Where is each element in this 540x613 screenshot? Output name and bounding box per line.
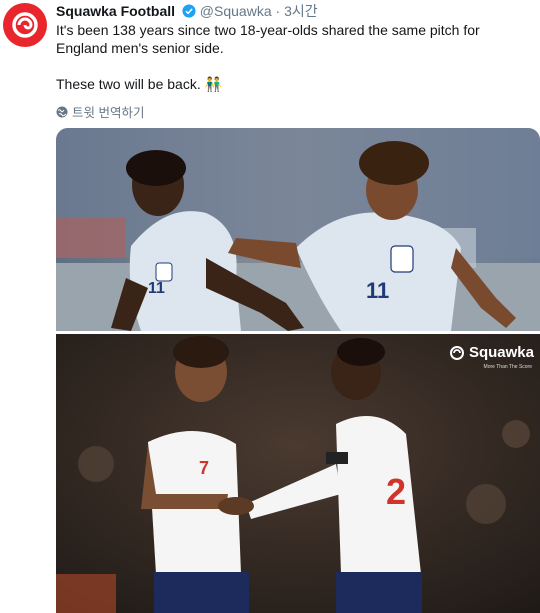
squawka-logo-icon	[449, 345, 464, 360]
avatar[interactable]	[3, 3, 47, 47]
globe-icon	[56, 106, 68, 117]
translate-label: 트윗 번역하기	[72, 106, 145, 120]
celebration-image: 11 11	[56, 128, 540, 331]
verified-badge-icon	[182, 4, 196, 18]
timestamp[interactable]: 3시간	[284, 3, 318, 19]
shirt-number: 7	[199, 458, 209, 478]
svg-text:11: 11	[148, 280, 165, 297]
squawka-watermark: Squawka	[449, 344, 534, 361]
shirt-number: 11	[366, 278, 389, 303]
tweet-media[interactable]: 11 11 7 2 Squawka More Than The Score	[56, 128, 540, 613]
watermark-text: Squawka	[468, 344, 534, 361]
separator-dot: ·	[275, 3, 281, 19]
translate-tweet-link[interactable]: 트윗 번역하기	[56, 102, 144, 121]
account-handle[interactable]: @Squawka	[200, 3, 272, 19]
svg-text:2: 2	[386, 471, 406, 512]
tweet-text: It's been 138 years since two 18-year-ol…	[56, 22, 480, 92]
account-name[interactable]: Squawka Football	[56, 3, 175, 19]
squawka-logo-icon	[12, 12, 38, 38]
photo-celebration[interactable]: 11 11	[56, 128, 540, 331]
photo-handshake[interactable]: 7 2 Squawka More Than The Score	[56, 334, 540, 613]
tweet-header: Squawka Football @Squawka · 3시간	[56, 2, 318, 20]
handshake-image: 7 2	[56, 334, 540, 613]
watermark-subtitle: More Than The Score	[483, 364, 532, 370]
